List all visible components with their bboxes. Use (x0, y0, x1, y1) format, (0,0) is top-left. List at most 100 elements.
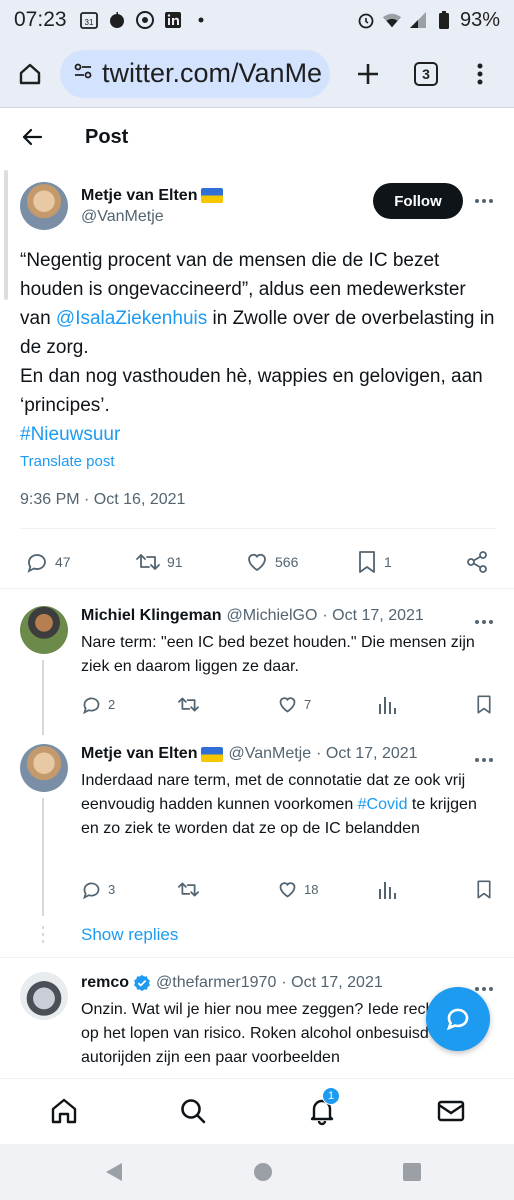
system-home-button[interactable] (251, 1160, 275, 1184)
retweet-button[interactable]: 91 (135, 550, 183, 574)
follow-button[interactable]: Follow (373, 183, 463, 219)
page-title: Post (85, 125, 129, 148)
avatar[interactable] (20, 744, 68, 792)
heart-icon (279, 882, 296, 898)
post-header: Post (0, 110, 514, 164)
reply-text: Inderdaad nare term, met de connotatie d… (81, 769, 491, 841)
analytics-icon (379, 697, 396, 714)
reply-author-name-link[interactable]: Metje van Elten (81, 745, 224, 763)
retweet-button[interactable] (177, 879, 200, 900)
battery-icon (434, 10, 454, 30)
thread-line (42, 798, 44, 916)
home-button[interactable] (8, 52, 52, 96)
reply-date[interactable]: · Oct 17, 2021 (322, 607, 423, 625)
reply-icon (83, 882, 100, 900)
system-navigation-bar (0, 1144, 514, 1200)
bottom-navigation (0, 1078, 514, 1144)
url-text[interactable]: twitter.com/VanMe (102, 58, 322, 89)
hashtag-link[interactable]: #Covid (358, 796, 408, 813)
linkedin-icon (163, 10, 183, 30)
tweet-timestamp[interactable]: 9:36 PM · Oct 16, 2021 (20, 491, 185, 509)
battery-percent: 93% (459, 8, 500, 31)
views-button[interactable] (377, 879, 397, 900)
bookmark-icon (359, 551, 375, 573)
reply-date[interactable]: · Oct 17, 2021 (316, 745, 417, 763)
bookmark-button[interactable] (475, 879, 493, 900)
square-recents-icon (403, 1163, 421, 1181)
reply-author-name: Metje van Elten (81, 745, 198, 762)
verified-badge-icon (134, 974, 150, 992)
retweet-button[interactable] (177, 694, 200, 715)
heart-icon (248, 553, 266, 572)
avatar[interactable] (20, 182, 68, 230)
divider (0, 588, 514, 589)
new-tab-button[interactable] (346, 52, 390, 96)
reply-author-name: remco (81, 974, 130, 991)
search-icon (181, 1099, 206, 1124)
thread-line (42, 660, 44, 735)
more-options-button[interactable] (472, 189, 496, 213)
reply-author-handle[interactable]: @thefarmer1970 (156, 974, 276, 992)
hashtag-link[interactable]: #Nieuwsuur (20, 424, 120, 445)
like-button[interactable]: 566 (245, 550, 298, 574)
heart-icon (279, 697, 296, 713)
browser-menu-button[interactable] (462, 52, 498, 96)
like-count: 7 (304, 697, 312, 712)
home-icon (51, 1098, 77, 1124)
reply-button[interactable]: 2 (81, 694, 115, 715)
like-count: 18 (304, 882, 319, 897)
system-recents-button[interactable] (400, 1160, 424, 1184)
share-button[interactable] (465, 550, 489, 574)
browser-toolbar: twitter.com/VanMe 3 (0, 40, 514, 108)
reply-date[interactable]: · Oct 17, 2021 (281, 974, 382, 992)
nav-search[interactable] (177, 1095, 209, 1127)
mention-link[interactable]: @IsalaZiekenhuis (56, 308, 207, 329)
more-horizontal-icon (475, 199, 493, 203)
bookmark-button[interactable]: 1 (356, 550, 392, 574)
calendar-day: 31 (84, 18, 93, 27)
like-button[interactable]: 7 (277, 694, 311, 715)
triangle-back-icon (106, 1163, 122, 1181)
reply-author-handle[interactable]: @VanMetje (228, 745, 311, 763)
author-handle[interactable]: @VanMetje (81, 208, 223, 226)
bookmark-icon (477, 880, 491, 899)
status-time: 07:23 (14, 8, 67, 31)
reply-icon (83, 697, 100, 715)
reply-author-handle[interactable]: @MichielGO (226, 607, 317, 625)
site-settings-icon[interactable] (72, 60, 94, 87)
nav-messages[interactable] (435, 1095, 467, 1127)
retweet-icon (178, 697, 199, 712)
divider (20, 528, 496, 529)
thread-dots (42, 926, 44, 947)
more-horizontal-icon (475, 758, 493, 762)
retweet-icon (136, 554, 160, 570)
reply-button[interactable]: 3 (81, 879, 115, 900)
bookmark-button[interactable] (475, 694, 493, 715)
translate-post-link[interactable]: Translate post (20, 453, 115, 470)
ukraine-flag-icon (201, 746, 224, 762)
reply-icon (27, 554, 46, 573)
reply-count: 47 (55, 554, 71, 570)
tab-switcher-button[interactable]: 3 (404, 52, 448, 96)
more-horizontal-icon (475, 620, 493, 624)
like-button[interactable]: 18 (277, 879, 318, 900)
reply-count: 2 (108, 697, 116, 712)
reply-author-name-link[interactable]: remco (81, 974, 151, 992)
home-outline-icon (19, 63, 41, 84)
nav-home[interactable] (48, 1095, 80, 1127)
reply-author-name[interactable]: Michiel Klingeman (81, 607, 221, 625)
show-replies-link[interactable]: Show replies (81, 925, 178, 945)
reply-button[interactable]: 47 (25, 550, 71, 574)
address-bar[interactable]: twitter.com/VanMe (60, 49, 330, 98)
dot-icon (191, 10, 211, 30)
reply-text: Onzin. Wat wil je hier nou mee zeggen? I… (81, 1001, 439, 1066)
avatar[interactable] (20, 972, 68, 1020)
apple-icon (107, 10, 127, 30)
system-back-button[interactable] (102, 1160, 126, 1184)
author-name-link[interactable]: Metje van Elten (81, 187, 224, 205)
back-button[interactable] (12, 117, 52, 157)
views-button[interactable] (377, 694, 397, 715)
bookmark-icon (477, 695, 491, 714)
compose-reply-button[interactable] (426, 987, 490, 1051)
avatar[interactable] (20, 606, 68, 654)
